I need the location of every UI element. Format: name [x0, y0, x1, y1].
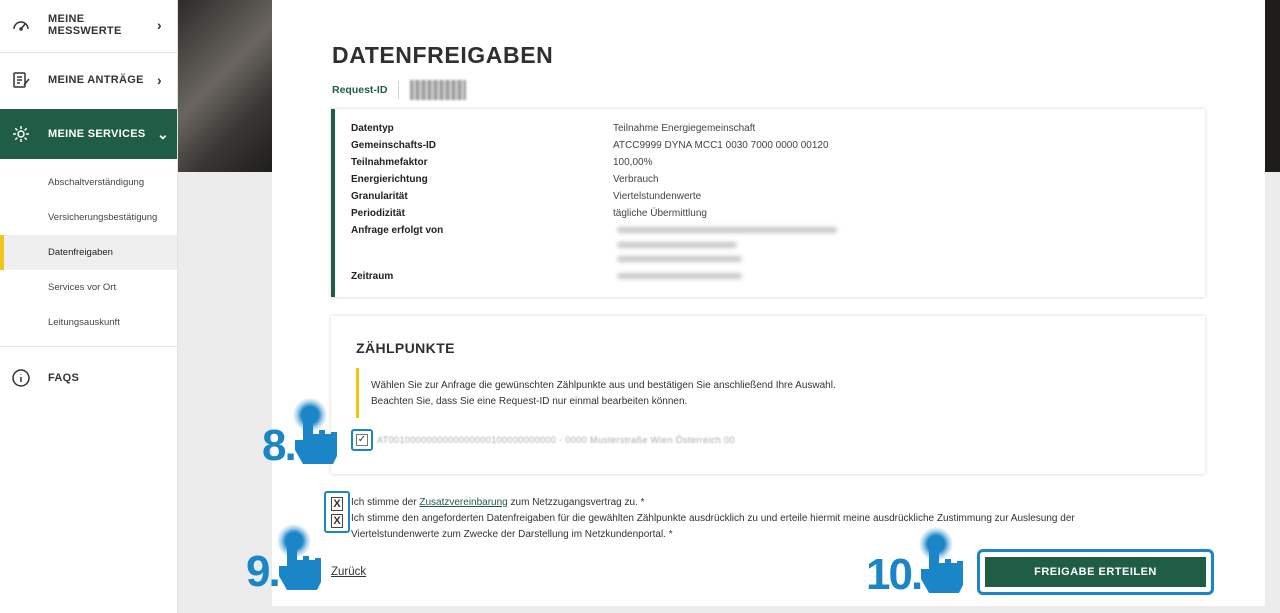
nav-meine-messwerte[interactable]: MEINE MESSWERTE ›: [0, 0, 177, 50]
gear-icon: [10, 123, 32, 145]
sidebar-item-versicherungsbestaetigung[interactable]: Versicherungsbestätigung: [0, 200, 177, 235]
redacted-text: [617, 256, 742, 262]
detail-value: Viertelstundenwerte: [613, 191, 702, 202]
detail-row: Granularität Viertelstundenwerte: [351, 191, 701, 202]
detail-value: Teilnahme Energiegemeinschaft: [613, 123, 756, 134]
detail-key: Teilnahmefaktor: [351, 157, 428, 168]
detail-key: Gemeinschafts-ID: [351, 140, 437, 151]
back-link[interactable]: Zurück: [331, 566, 366, 578]
detail-row: Periodizität tägliche Übermittlung: [351, 208, 707, 219]
chevron-right-icon: ›: [157, 17, 162, 33]
sidebar: MEINE MESSWERTE › MEINE ANTRÄGE › MEINE …: [0, 0, 178, 613]
nav-meine-antraege[interactable]: MEINE ANTRÄGE ›: [0, 55, 177, 105]
detail-value: ATCC9999 DYNA MCC1 0030 7000 0000 00120: [613, 140, 829, 151]
redacted-text: [617, 227, 837, 233]
submit-highlight: FREIGABE ERTEILEN: [977, 549, 1214, 595]
step-number: 10.: [866, 550, 923, 599]
sidebar-item-leitungsauskunft[interactable]: Leitungsauskunft: [0, 305, 177, 340]
hint-line: Beachten Sie, dass Sie eine Request-ID n…: [371, 396, 688, 407]
nav-label: MEINE SERVICES: [48, 128, 146, 140]
detail-value: tägliche Übermittlung: [613, 208, 707, 219]
detail-key: Periodizität: [351, 208, 405, 219]
consent-text-3: Viertelstundenwerte zum Zwecke der Darst…: [351, 529, 673, 540]
checkmark-icon: ✓: [356, 434, 368, 446]
zusatzvereinbarung-link[interactable]: Zusatzvereinbarung: [419, 497, 507, 508]
detail-row: Anfrage erfolgt von: [351, 225, 613, 236]
redacted-text: [617, 273, 742, 279]
detail-row: Energierichtung Verbrauch: [351, 174, 659, 185]
pointer-hand-icon: [915, 527, 965, 597]
page-title: DATENFREIGABEN: [332, 42, 554, 68]
detail-key: Energierichtung: [351, 174, 428, 185]
detail-row: Gemeinschafts-ID ATCC9999 DYNA MCC1 0030 …: [351, 140, 829, 151]
divider: [0, 52, 177, 53]
nav-faqs[interactable]: FAQS: [0, 353, 177, 403]
main-content: DATENFREIGABEN Request-ID Datentyp Teilna…: [272, 0, 1265, 606]
consent-text-1: Ich stimme der Zusatzvereinbarung zum Ne…: [351, 495, 644, 511]
zaehlpunkt-label: AT0010000000000000000100000000000 - 0000…: [377, 435, 735, 445]
nav-label: MEINE ANTRÄGE: [48, 74, 144, 86]
request-id: Request-ID: [332, 80, 467, 100]
info-icon: [10, 367, 32, 389]
detail-value: 100,00%: [613, 157, 653, 168]
detail-key: Anfrage erfolgt von: [351, 225, 444, 236]
zaehlpunkte-card: ZÄHLPUNKTE Wählen Sie zur Anfrage die ge…: [331, 316, 1205, 474]
zaehlpunkte-heading: ZÄHLPUNKTE: [356, 340, 455, 356]
consent-checkbox-zusatzvereinbarung[interactable]: X: [331, 497, 343, 511]
consent-text-2: Ich stimme den angeforderten Datenfreiga…: [351, 513, 1075, 524]
pointer-hand-icon: [289, 398, 339, 468]
document-edit-icon: [10, 69, 32, 91]
details-card: Datentyp Teilnahme Energiegemeinschaft Ge…: [331, 109, 1205, 297]
nav-label: FAQS: [48, 372, 80, 384]
step-8-callout: 8.: [262, 398, 339, 468]
freigabe-erteilen-button[interactable]: FREIGABE ERTEILEN: [985, 557, 1206, 587]
step-9-callout: 9.: [246, 524, 323, 594]
gauge-icon: [10, 14, 32, 36]
request-id-value-redacted: [410, 80, 467, 100]
detail-key: Zeitraum: [351, 271, 394, 282]
divider: [398, 81, 400, 99]
sidebar-item-services-vor-ort[interactable]: Services vor Ort: [0, 270, 177, 305]
detail-row: Zeitraum: [351, 271, 613, 282]
chevron-right-icon: ›: [157, 72, 162, 88]
chevron-down-icon: ⌄: [157, 125, 170, 142]
consent-text: zum Netzzugangsvertrag zu. *: [510, 497, 645, 508]
nav-meine-services[interactable]: MEINE SERVICES ⌄: [0, 109, 177, 159]
zaehlpunkt-row: ✓ AT0010000000000000000100000000000 - 00…: [351, 429, 735, 451]
nav-label: MEINE MESSWERTE: [48, 13, 122, 37]
step-10-callout: 10.: [866, 527, 965, 597]
zaehlpunkt-checkbox[interactable]: ✓: [351, 429, 373, 451]
detail-value: Verbrauch: [613, 174, 659, 185]
consent-checkbox-datenfreigabe[interactable]: X: [331, 514, 343, 528]
hero-image: [178, 0, 272, 172]
divider: [0, 346, 177, 347]
info-hint: Wählen Sie zur Anfrage die gewünschten Z…: [356, 368, 1186, 418]
pointer-hand-icon: [273, 524, 323, 594]
hero-image-edge: [1265, 0, 1280, 172]
detail-row: Teilnahmefaktor 100,00%: [351, 157, 652, 168]
detail-row: Datentyp Teilnahme Energiegemeinschaft: [351, 123, 755, 134]
consent-text: Ich stimme der: [351, 497, 417, 508]
hint-line: Wählen Sie zur Anfrage die gewünschten Z…: [371, 380, 836, 391]
redacted-text: [617, 242, 737, 248]
sidebar-item-datenfreigaben[interactable]: Datenfreigaben: [0, 235, 177, 270]
sidebar-item-abschaltverstaendigung[interactable]: Abschaltverständigung: [0, 165, 177, 200]
consent-checkbox-group: X X: [324, 491, 350, 533]
detail-key: Datentyp: [351, 123, 394, 134]
request-id-label: Request-ID: [332, 84, 388, 96]
detail-key: Granularität: [351, 191, 408, 202]
